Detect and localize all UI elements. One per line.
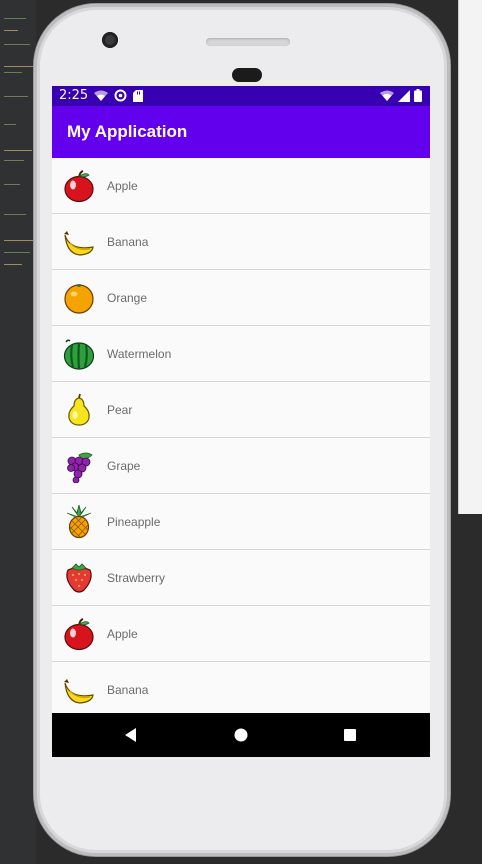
back-icon[interactable]: [122, 726, 140, 744]
pineapple-icon: [62, 504, 96, 539]
list-item[interactable]: Grape: [52, 438, 430, 494]
list-item[interactable]: Watermelon: [52, 326, 430, 382]
list-item[interactable]: Strawberry: [52, 550, 430, 606]
device-screen: 2:25 My Application Apple Banana Orange …: [52, 86, 430, 757]
front-camera: [102, 32, 118, 48]
fruit-name: Apple: [107, 179, 138, 193]
status-bar: 2:25: [52, 86, 430, 106]
ide-code-panel: [0, 0, 36, 864]
apple-icon: [62, 169, 96, 203]
list-item[interactable]: Pear: [52, 382, 430, 438]
cell-signal-icon: [398, 89, 410, 102]
fruit-name: Apple: [107, 627, 138, 641]
fruit-name: Watermelon: [107, 347, 172, 361]
apple-icon: [62, 617, 96, 651]
home-icon[interactable]: [232, 726, 250, 744]
wifi-signal-icon: [380, 90, 394, 101]
app-title: My Application: [67, 122, 188, 141]
fruit-name: Orange: [107, 291, 148, 305]
grape-icon: [62, 449, 96, 484]
recents-icon[interactable]: [341, 726, 359, 744]
data-saver-icon: [114, 89, 127, 102]
strawberry-icon: [62, 561, 96, 595]
fruit-name: Grape: [107, 459, 141, 473]
list-item[interactable]: Banana: [52, 662, 430, 713]
ide-tool-panel: [458, 0, 482, 514]
banana-icon: [62, 673, 96, 707]
list-item[interactable]: Apple: [52, 606, 430, 662]
fruit-name: Banana: [107, 235, 149, 249]
pear-icon: [62, 393, 96, 427]
wifi-icon: [94, 90, 108, 101]
list-item[interactable]: Pineapple: [52, 494, 430, 550]
orange-icon: [62, 281, 96, 315]
fruit-name: Pear: [107, 403, 133, 417]
proximity-sensor: [232, 68, 262, 82]
status-time: 2:25: [59, 88, 89, 103]
sd-card-icon: [133, 89, 143, 102]
navigation-bar: [52, 713, 430, 757]
list-item[interactable]: Orange: [52, 270, 430, 326]
list-item[interactable]: Apple: [52, 158, 430, 214]
fruit-name: Strawberry: [107, 571, 166, 585]
watermelon-icon: [62, 337, 96, 371]
fruit-name: Banana: [107, 683, 149, 697]
list-item[interactable]: Banana: [52, 214, 430, 270]
fruit-list[interactable]: Apple Banana Orange Watermelon Pear Grap…: [52, 158, 430, 713]
banana-icon: [62, 225, 96, 259]
earpiece-speaker: [206, 38, 290, 46]
fruit-name: Pineapple: [107, 515, 161, 529]
battery-icon: [414, 89, 422, 102]
app-bar: My Application: [52, 106, 430, 158]
